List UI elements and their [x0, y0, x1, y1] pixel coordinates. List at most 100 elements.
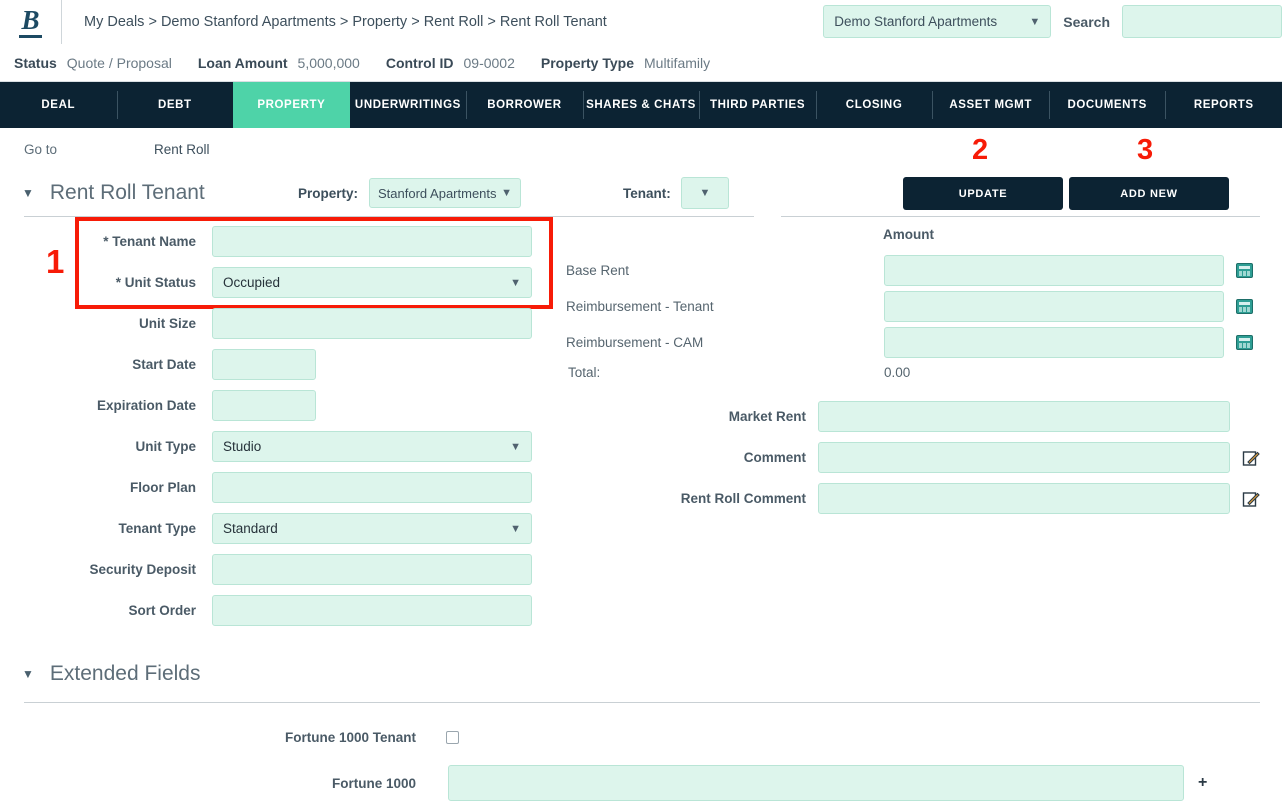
calculator-icon[interactable]	[1236, 335, 1253, 350]
unit-type-label: Unit Type	[135, 439, 197, 454]
main-navigation: DEAL DEBT PROPERTY UNDERWRITINGS BORROWER SHA…	[0, 82, 1282, 128]
status-label: Status	[14, 54, 57, 71]
base-rent-label: Base Rent	[566, 263, 630, 278]
field-comment: Comment	[566, 442, 1260, 473]
start-date-label: Start Date	[132, 357, 196, 372]
search-input[interactable]	[1122, 5, 1282, 38]
nav-tab-label: THIRD PARTIES	[709, 99, 806, 111]
reimbursement-cam-label: Reimbursement - CAM	[566, 335, 704, 350]
chevron-down-icon: ▼	[510, 522, 521, 535]
calculator-icon[interactable]	[1236, 263, 1253, 278]
page-title: Rent Roll Tenant	[49, 181, 205, 204]
nav-tab-documents[interactable]: DOCUMENTS	[1048, 82, 1166, 128]
control-id-label: Control ID	[385, 54, 454, 71]
nav-tab-label: UNDERWRITINGS	[354, 99, 461, 111]
unit-type-value: Studio	[223, 439, 262, 454]
control-id-value: 09-0002	[463, 54, 515, 71]
unit-status-select[interactable]: Occupied ▼	[212, 267, 532, 298]
unit-size-label: Unit Size	[138, 316, 196, 331]
market-rent-input[interactable]	[818, 401, 1230, 432]
nav-tab-property[interactable]: PROPERTY	[233, 82, 350, 128]
reimbursement-tenant-input[interactable]	[884, 291, 1224, 322]
nav-tab-label: PROPERTY	[257, 99, 326, 111]
collapse-caret-icon[interactable]: ▼	[22, 186, 34, 200]
base-rent-input[interactable]	[884, 255, 1224, 286]
chevron-down-icon: ▼	[1029, 15, 1041, 28]
expiration-date-label: Expiration Date	[96, 398, 196, 413]
field-base-rent: Base Rent	[566, 255, 1253, 286]
field-rent-roll-comment: Rent Roll Comment	[566, 483, 1260, 514]
tenant-type-select[interactable]: Standard ▼	[212, 513, 532, 544]
nav-tab-label: CLOSING	[845, 99, 903, 111]
rent-roll-comment-input[interactable]	[818, 483, 1230, 514]
collapse-caret-icon[interactable]: ▼	[22, 667, 34, 681]
edit-pencil-icon[interactable]	[1242, 490, 1260, 508]
tenant-type-value: Standard	[223, 521, 278, 536]
fortune-1000-input[interactable]	[448, 765, 1184, 801]
add-plus-icon[interactable]: +	[1198, 774, 1207, 792]
annotation-2: 2	[972, 134, 989, 166]
field-expiration-date: Expiration Date	[0, 390, 316, 421]
loan-amount-value: 5,000,000	[297, 54, 360, 71]
tenant-name-input[interactable]	[212, 226, 532, 257]
nav-tab-underwritings[interactable]: UNDERWRITINGS	[350, 82, 467, 128]
extended-fields-header: ▼ Extended Fields	[22, 662, 200, 686]
goto-link-rent-roll[interactable]: Rent Roll	[154, 142, 210, 157]
nav-tab-third-parties[interactable]: THIRD PARTIES	[699, 82, 816, 128]
extended-fields-title: Extended Fields	[49, 662, 201, 685]
deal-select[interactable]: Demo Stanford Apartments ▼	[823, 5, 1052, 38]
nav-tab-reports[interactable]: REPORTS	[1165, 82, 1282, 128]
divider-right	[781, 216, 1260, 217]
field-reimbursement-cam: Reimbursement - CAM	[566, 327, 1253, 358]
property-select-value: Stanford Apartments	[378, 185, 497, 201]
calculator-icon[interactable]	[1236, 299, 1253, 314]
nav-tab-label: BORROWER	[487, 99, 562, 111]
loan-amount-label: Loan Amount	[197, 54, 288, 71]
unit-type-select[interactable]: Studio ▼	[212, 431, 532, 462]
comment-input[interactable]	[818, 442, 1230, 473]
search-label: Search	[1063, 13, 1110, 30]
floor-plan-input[interactable]	[212, 472, 532, 503]
field-security-deposit: Security Deposit	[0, 554, 532, 585]
section-header: ▼ Rent Roll Tenant Property: Stanford Ap…	[0, 134, 1282, 216]
nav-tab-borrower[interactable]: BORROWER	[466, 82, 583, 128]
expiration-date-input[interactable]	[212, 390, 316, 421]
nav-tab-closing[interactable]: CLOSING	[815, 82, 933, 128]
nav-tab-label: DOCUMENTS	[1067, 99, 1147, 111]
unit-size-input[interactable]	[212, 308, 532, 339]
sort-order-label: Sort Order	[128, 603, 196, 618]
amount-column-header: Amount	[883, 227, 934, 242]
property-select[interactable]: Stanford Apartments ▼	[369, 178, 521, 208]
nav-tab-shares-chats[interactable]: SHARES & CHATS	[582, 82, 700, 128]
edit-pencil-icon[interactable]	[1242, 449, 1260, 467]
property-label: Property:	[298, 185, 359, 201]
security-deposit-input[interactable]	[212, 554, 532, 585]
field-unit-status: * Unit Status Occupied ▼	[0, 267, 532, 298]
field-reimbursement-tenant: Reimbursement - Tenant	[566, 291, 1253, 322]
market-rent-label: Market Rent	[728, 409, 806, 424]
chevron-down-icon: ▼	[510, 276, 521, 289]
reimbursement-cam-input[interactable]	[884, 327, 1224, 358]
comment-label: Comment	[743, 450, 806, 465]
tenant-select[interactable]: ▼	[681, 177, 729, 209]
nav-tab-asset-mgmt[interactable]: ASSET MGMT	[932, 82, 1049, 128]
fortune-1000-tenant-checkbox[interactable]	[446, 731, 459, 744]
goto-row: Go to Rent Roll	[0, 128, 1282, 170]
add-new-button[interactable]: ADD NEW	[1069, 177, 1229, 210]
breadcrumb[interactable]: My Deals > Demo Stanford Apartments > Pr…	[84, 14, 607, 30]
property-type-value: Multifamily	[644, 54, 711, 71]
chevron-down-icon: ▼	[501, 187, 512, 199]
fortune-1000-label: Fortune 1000	[331, 775, 416, 791]
field-fortune-1000: Fortune 1000 +	[0, 765, 1207, 801]
goto-label: Go to	[24, 141, 58, 157]
sort-order-input[interactable]	[212, 595, 532, 626]
nav-tab-debt[interactable]: DEBT	[116, 82, 234, 128]
chevron-down-icon: ▼	[699, 187, 711, 199]
tenant-name-label: * Tenant Name	[103, 234, 196, 249]
nav-tab-label: DEBT	[157, 99, 192, 111]
update-button[interactable]: UPDATE	[903, 177, 1063, 210]
field-tenant-name: * Tenant Name	[0, 226, 532, 257]
start-date-input[interactable]	[212, 349, 316, 380]
nav-tab-deal[interactable]: DEAL	[0, 82, 117, 128]
app-header: B My Deals > Demo Stanford Apartments > …	[0, 0, 1282, 44]
